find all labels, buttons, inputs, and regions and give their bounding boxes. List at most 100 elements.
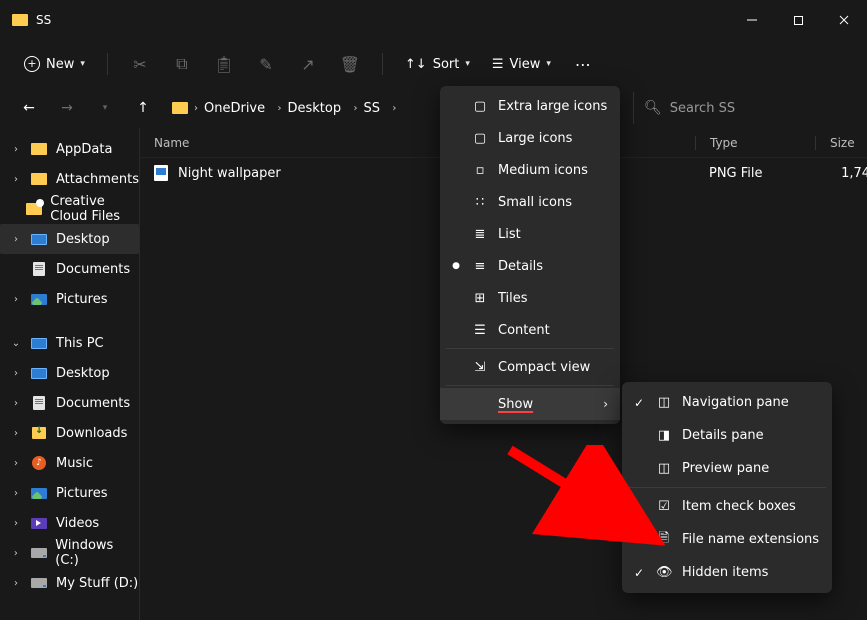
rename-button[interactable]: ✎ bbox=[246, 48, 286, 80]
chevron-right-icon: › bbox=[10, 174, 22, 185]
chevron-right-icon: › bbox=[10, 368, 22, 379]
sidebar-item-documents[interactable]: › Documents bbox=[0, 254, 139, 284]
sidebar-item-this-pc[interactable]: ⌄ This PC bbox=[0, 328, 139, 358]
plus-icon: + bbox=[24, 56, 40, 72]
chevron-right-icon: › bbox=[10, 398, 22, 409]
view-menu-large[interactable]: ▢ Large icons bbox=[440, 122, 620, 154]
sort-button[interactable]: ↑↓ Sort ▾ bbox=[395, 48, 480, 80]
sidebar-item-downloads[interactable]: › Downloads bbox=[0, 418, 139, 448]
breadcrumb-item[interactable]: OneDrive › bbox=[204, 101, 282, 116]
share-button[interactable]: ↗ bbox=[288, 48, 328, 80]
back-button[interactable]: ← bbox=[12, 91, 46, 125]
chevron-right-icon: › bbox=[10, 458, 22, 469]
menu-separator bbox=[446, 385, 614, 386]
paste-button[interactable]: 📋︎ bbox=[204, 48, 244, 80]
file-type: PNG File bbox=[695, 166, 815, 181]
view-menu-compact[interactable]: ⇲ Compact view bbox=[440, 351, 620, 383]
pictures-icon bbox=[31, 294, 47, 305]
menu-item-label: Navigation pane bbox=[682, 395, 789, 410]
search-box[interactable]: 🔍︎ Search SS bbox=[633, 92, 853, 124]
menu-item-label: Item check boxes bbox=[682, 499, 796, 514]
chevron-right-icon: › bbox=[10, 518, 22, 529]
sidebar-item-documents-pc[interactable]: › Documents bbox=[0, 388, 139, 418]
toolbar-separator bbox=[382, 53, 383, 75]
search-placeholder: Search SS bbox=[670, 101, 735, 116]
list-icon: ≣ bbox=[472, 227, 488, 242]
cloud-folder-icon bbox=[26, 203, 42, 215]
more-button[interactable]: ⋯ bbox=[563, 48, 603, 80]
sidebar-item-label: Windows (C:) bbox=[55, 538, 139, 568]
sidebar-item-my-stuff-d[interactable]: › My Stuff (D:) bbox=[0, 568, 139, 598]
chevron-right-icon: › bbox=[10, 428, 22, 439]
view-menu-tiles[interactable]: ⊞ Tiles bbox=[440, 282, 620, 314]
new-label: New bbox=[46, 57, 74, 72]
breadcrumb-item[interactable]: SS › bbox=[363, 101, 396, 116]
menu-item-label: Show bbox=[498, 397, 533, 412]
sidebar-item-attachments[interactable]: › Attachments bbox=[0, 164, 139, 194]
sidebar-item-label: Pictures bbox=[56, 292, 107, 307]
videos-icon bbox=[31, 518, 47, 529]
menu-item-label: Medium icons bbox=[498, 163, 588, 178]
toolbar: + New ▾ ✂ ⧉ 📋︎ ✎ ↗ 🗑︎ ↑↓ Sort ▾ ☰ View ▾… bbox=[0, 40, 867, 88]
extra-large-icon: ▢ bbox=[472, 99, 488, 114]
sidebar-item-label: Documents bbox=[56, 262, 130, 277]
new-button[interactable]: + New ▾ bbox=[14, 48, 95, 80]
recent-locations-button[interactable]: ▾ bbox=[88, 91, 122, 125]
up-button[interactable]: ↑ bbox=[126, 91, 160, 125]
file-size: 1,741 K bbox=[815, 166, 867, 181]
maximize-button[interactable] bbox=[775, 0, 821, 40]
delete-button[interactable]: 🗑︎ bbox=[330, 48, 370, 80]
details-pane-icon: ◨ bbox=[656, 428, 672, 443]
sidebar-item-windows-c[interactable]: › Windows (C:) bbox=[0, 538, 139, 568]
sidebar-item-desktop-pc[interactable]: › Desktop bbox=[0, 358, 139, 388]
view-menu-list[interactable]: ≣ List bbox=[440, 218, 620, 250]
drive-icon bbox=[31, 578, 47, 588]
view-menu-details[interactable]: ●≡ Details bbox=[440, 250, 620, 282]
sidebar-item-pictures[interactable]: › Pictures bbox=[0, 284, 139, 314]
show-hidden-items[interactable]: ✓ 👁︎ Hidden items bbox=[622, 556, 832, 589]
view-menu-medium[interactable]: ▫ Medium icons bbox=[440, 154, 620, 186]
sidebar-item-videos[interactable]: › Videos bbox=[0, 508, 139, 538]
close-button[interactable] bbox=[821, 0, 867, 40]
column-type[interactable]: Type bbox=[695, 136, 815, 150]
chevron-down-icon: ⌄ bbox=[10, 338, 22, 349]
breadcrumb-item[interactable]: Desktop › bbox=[288, 101, 358, 116]
compact-icon: ⇲ bbox=[472, 360, 488, 375]
sidebar-item-desktop[interactable]: › Desktop bbox=[0, 224, 139, 254]
drive-icon bbox=[31, 548, 47, 558]
window-title: SS bbox=[36, 13, 51, 27]
check-icon: ✓ bbox=[632, 396, 646, 410]
view-menu-show[interactable]: Show › bbox=[440, 388, 620, 420]
breadcrumb: › bbox=[194, 103, 198, 114]
show-navigation-pane[interactable]: ✓ ◫ Navigation pane bbox=[622, 386, 832, 419]
pictures-icon bbox=[31, 488, 47, 499]
copy-button[interactable]: ⧉ bbox=[162, 48, 202, 80]
check-icon: ✓ bbox=[632, 566, 646, 580]
sidebar-item-appdata[interactable]: › AppData bbox=[0, 134, 139, 164]
view-menu-extra-large[interactable]: ▢ Extra large icons bbox=[440, 90, 620, 122]
sidebar-item-label: Downloads bbox=[56, 426, 127, 441]
view-menu: ▢ Extra large icons ▢ Large icons ▫ Medi… bbox=[440, 86, 620, 424]
menu-item-label: Large icons bbox=[498, 131, 572, 146]
search-icon: 🔍︎ bbox=[644, 100, 662, 116]
sidebar-item-pictures-pc[interactable]: › Pictures bbox=[0, 478, 139, 508]
sidebar: › AppData › Attachments › Creative Cloud… bbox=[0, 128, 140, 620]
content-icon: ☰ bbox=[472, 323, 488, 338]
sidebar-item-music[interactable]: › ♪ Music bbox=[0, 448, 139, 478]
view-menu-small[interactable]: ∷ Small icons bbox=[440, 186, 620, 218]
column-size[interactable]: Size bbox=[815, 136, 867, 150]
sidebar-item-label: Music bbox=[56, 456, 93, 471]
chevron-right-icon: › bbox=[10, 578, 22, 589]
menu-item-label: Extra large icons bbox=[498, 99, 607, 114]
tiles-icon: ⊞ bbox=[472, 291, 488, 306]
cut-button[interactable]: ✂ bbox=[120, 48, 160, 80]
sidebar-item-creative-cloud[interactable]: › Creative Cloud Files bbox=[0, 194, 139, 224]
view-icon: ☰ bbox=[492, 57, 504, 72]
chevron-right-icon: › bbox=[10, 234, 22, 245]
minimize-button[interactable] bbox=[729, 0, 775, 40]
folder-icon bbox=[172, 102, 188, 114]
menu-item-label: Compact view bbox=[498, 360, 590, 375]
forward-button[interactable]: → bbox=[50, 91, 84, 125]
view-menu-content[interactable]: ☰ Content bbox=[440, 314, 620, 346]
view-button[interactable]: ☰ View ▾ bbox=[482, 48, 561, 80]
